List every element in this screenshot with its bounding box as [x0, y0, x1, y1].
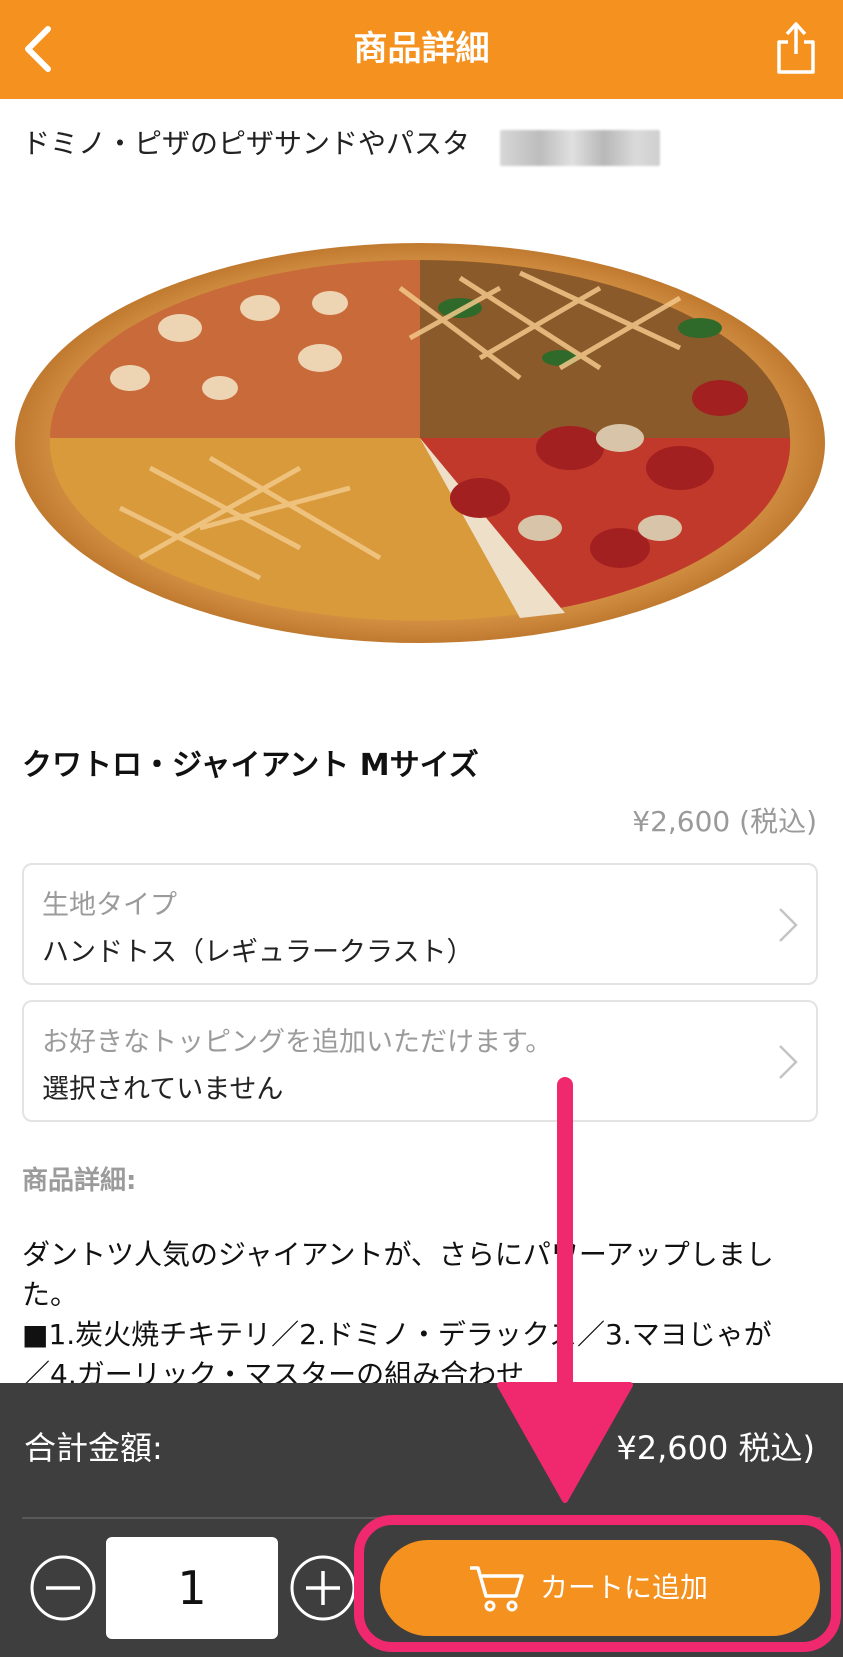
page-title: 商品詳細 [353, 29, 490, 69]
share-icon[interactable] [773, 18, 819, 76]
option-crust-type[interactable]: 生地タイプ ハンドトス（レギュラークラスト） [22, 863, 818, 985]
chevron-right-icon [779, 908, 798, 942]
total-value: ¥2,600 税込) [616, 1429, 815, 1467]
plus-icon[interactable] [288, 1553, 358, 1623]
description-line: た。 [22, 1278, 79, 1311]
total-label: 合計金額: [24, 1429, 163, 1467]
product-price: ¥2,600 (税込) [632, 805, 817, 838]
option-label: お好きなトッピングを追加いただけます。 [42, 1027, 553, 1058]
option-value: ハンドトス（レギュラークラスト） [42, 937, 474, 968]
description-title: 商品詳細: [22, 1166, 137, 1196]
description-line: ダントツ人気のジャイアントが、さらにパワーアップしまし [22, 1238, 774, 1271]
minus-icon[interactable] [28, 1553, 98, 1623]
description-text: ダントツ人気のジャイアントが、さらにパワーアップしまし た。 ■1.炭火焼チキテ… [22, 1235, 822, 1395]
store-name: ドミノ・ピザのピザサンドやパスタ [22, 127, 471, 160]
option-value: 選択されていません [42, 1074, 284, 1105]
blurred-text [500, 130, 660, 166]
option-toppings[interactable]: お好きなトッピングを追加いただけます。 選択されていません [22, 1000, 818, 1122]
option-label: 生地タイプ [42, 890, 177, 921]
pizza-image [15, 243, 825, 643]
chevron-right-icon [779, 1045, 798, 1079]
product-name: クワトロ・ジャイアント Mサイズ [22, 748, 479, 783]
description-line: ■1.炭火焼チキテリ／2.ドミノ・デラックス／3.マヨじゃが [22, 1318, 772, 1351]
highlight-box [354, 1515, 841, 1652]
app-header: 商品詳細 [0, 0, 843, 99]
quantity-field[interactable]: 1 [106, 1537, 278, 1639]
